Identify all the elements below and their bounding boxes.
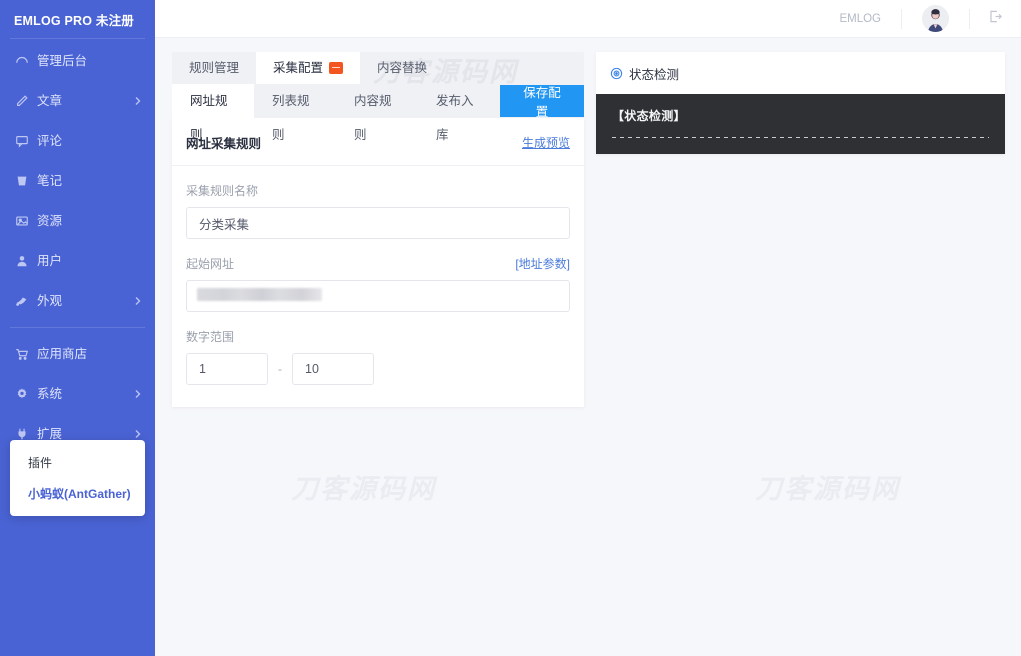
tab-label: 规则管理: [189, 52, 239, 84]
save-config-button[interactable]: 保存配置: [500, 85, 584, 117]
sidebar-item-label: 管理后台: [37, 55, 143, 68]
sidebar-item-appstore[interactable]: 应用商店: [0, 334, 155, 374]
sidebar-item-label: 评论: [37, 135, 143, 148]
sidebar-item-appearance[interactable]: 外观: [0, 281, 155, 321]
console-line: 【状态检测】: [612, 107, 989, 124]
status-panel: 状态检测 【状态检测】: [596, 52, 1005, 154]
target-icon: [610, 67, 623, 80]
app-root: EMLOG PRO 未注册 管理后台 文章: [0, 0, 1021, 656]
topbar: EMLOG: [155, 0, 1021, 38]
user-icon: [14, 253, 30, 269]
main-area: EMLOG: [155, 0, 1021, 656]
extension-submenu: 插件 小蚂蚁(AntGather): [10, 440, 145, 516]
range-from-input[interactable]: [186, 353, 268, 385]
sidebar-item-label: 扩展: [37, 428, 133, 441]
field-header: 采集规则名称: [186, 182, 570, 199]
sidebar: EMLOG PRO 未注册 管理后台 文章: [0, 0, 155, 656]
note-icon: [14, 173, 30, 189]
sidebar-item-label: 系统: [37, 388, 133, 401]
logout-button[interactable]: [970, 9, 1007, 29]
brand-title: EMLOG PRO 未注册: [0, 0, 155, 38]
tab-rule-management[interactable]: 规则管理: [172, 52, 256, 84]
range-separator: -: [268, 362, 292, 376]
image-icon: [14, 213, 30, 229]
start-url-wrapper: [186, 280, 570, 312]
site-link[interactable]: EMLOG: [829, 13, 901, 25]
rule-name-input[interactable]: [186, 207, 570, 239]
dashboard-icon: [14, 53, 30, 69]
sidebar-item-comment[interactable]: 评论: [0, 121, 155, 161]
field-header: 数字范围: [186, 328, 570, 345]
redacted-overlay: [197, 288, 322, 301]
console-divider: [612, 137, 989, 138]
sidebar-item-label: 文章: [37, 95, 133, 108]
watermark: 刀客源码网: [291, 467, 436, 506]
field-number-range: 数字范围 -: [186, 328, 570, 385]
status-panel-title: 状态检测: [629, 64, 679, 83]
sidebar-item-resource[interactable]: 资源: [0, 201, 155, 241]
secondary-tabs: 网址规则 列表规则 内容规则 发布入库 保存配置: [172, 84, 584, 118]
sidebar-item-note[interactable]: 笔记: [0, 161, 155, 201]
submenu-item-antgather[interactable]: 小蚂蚁(AntGather): [10, 475, 145, 504]
tab-label: 内容替换: [377, 52, 427, 84]
status-column: 状态检测 【状态检测】: [596, 52, 1005, 407]
generate-preview-link[interactable]: 生成预览: [522, 134, 570, 151]
card-body: 采集规则名称 起始网址 [地址参数]: [172, 166, 584, 407]
gear-icon: [14, 386, 30, 402]
field-label: 采集规则名称: [186, 182, 258, 199]
url-rule-card: 网址采集规则 生成预览 采集规则名称 起始网址: [172, 118, 584, 407]
primary-tabs: 规则管理 采集配置 内容替换: [172, 52, 584, 84]
card-header: 网址采集规则 生成预览: [172, 118, 584, 166]
sidebar-item-system[interactable]: 系统: [0, 374, 155, 414]
field-rule-name: 采集规则名称: [186, 182, 570, 239]
tab-content-rule[interactable]: 内容规则: [336, 84, 418, 118]
pencil-icon: [14, 93, 30, 109]
cart-icon: [14, 346, 30, 362]
sidebar-item-label: 外观: [37, 295, 133, 308]
logout-icon: [988, 9, 1003, 29]
url-params-link[interactable]: [地址参数]: [515, 255, 570, 272]
sidebar-item-dashboard[interactable]: 管理后台: [0, 41, 155, 81]
status-panel-header: 状态检测: [596, 52, 1005, 94]
sidebar-item-label: 笔记: [37, 175, 143, 188]
field-header: 起始网址 [地址参数]: [186, 255, 570, 272]
sidebar-item-user[interactable]: 用户: [0, 241, 155, 281]
status-console: 【状态检测】: [596, 94, 1005, 154]
sidebar-item-article[interactable]: 文章: [0, 81, 155, 121]
comment-icon: [14, 133, 30, 149]
field-label: 数字范围: [186, 328, 234, 345]
field-label: 起始网址: [186, 255, 234, 272]
sidebar-item-label: 资源: [37, 215, 143, 228]
tab-publish-store[interactable]: 发布入库: [418, 84, 500, 118]
sidebar-item-label: 用户: [37, 255, 143, 268]
submenu-title: 插件: [10, 450, 145, 475]
chevron-right-icon: [133, 96, 143, 106]
sidebar-divider: [10, 327, 145, 328]
tab-badge-icon: [329, 62, 343, 74]
field-start-url: 起始网址 [地址参数]: [186, 255, 570, 312]
tab-content-replace[interactable]: 内容替换: [360, 52, 444, 84]
range-to-input[interactable]: [292, 353, 374, 385]
tab-label: 采集配置: [273, 52, 323, 84]
chevron-right-icon: [133, 429, 143, 439]
avatar[interactable]: [902, 5, 969, 32]
tab-list-rule[interactable]: 列表规则: [254, 84, 336, 118]
number-range-row: -: [186, 353, 570, 385]
sidebar-item-label: 应用商店: [37, 348, 143, 361]
chevron-right-icon: [133, 389, 143, 399]
brush-icon: [14, 293, 30, 309]
tab-collect-config[interactable]: 采集配置: [256, 52, 360, 84]
rule-editor-column: 规则管理 采集配置 内容替换 网址规则 列表规则: [172, 52, 584, 407]
sidebar-nav: 管理后台 文章 评论 笔记: [0, 39, 155, 454]
tab-url-rule[interactable]: 网址规则: [172, 84, 254, 118]
watermark: 刀客源码网: [755, 467, 900, 506]
content-area: 规则管理 采集配置 内容替换 网址规则 列表规则: [155, 38, 1021, 407]
chevron-right-icon: [133, 296, 143, 306]
user-avatar-icon: [922, 5, 949, 32]
